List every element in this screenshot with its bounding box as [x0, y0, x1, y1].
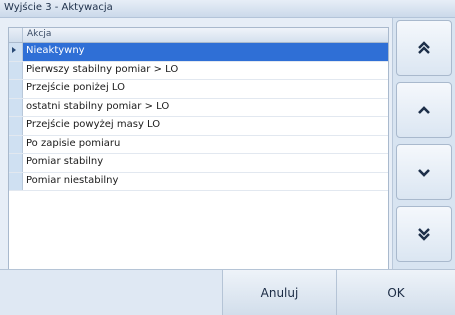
scroll-up-button[interactable] [396, 82, 452, 138]
list-item-label: Pierwszy stabilny pomiar > LO [26, 63, 179, 75]
list-item[interactable]: Po zapisie pomiaru [9, 135, 388, 154]
grid-rows: Nieaktywny Pierwszy stabilny pomiar > LO P… [9, 43, 388, 191]
row-header[interactable] [9, 61, 23, 79]
row-header[interactable] [9, 80, 23, 98]
scroll-to-bottom-button[interactable] [396, 206, 452, 262]
dialog-window: Wyjście 3 - Aktywacja Akcja Nieaktywny Pi… [0, 0, 455, 315]
list-item[interactable]: Pomiar niestabilny [9, 172, 388, 191]
list-item[interactable]: Pomiar stabilny [9, 154, 388, 173]
list-item[interactable]: Przejście poniżej LO [9, 80, 388, 99]
double-down-chevron-icon [418, 228, 430, 241]
current-row-arrow-icon [12, 47, 16, 53]
list-item-label: Nieaktywny [26, 45, 85, 56]
up-chevron-icon [418, 106, 430, 114]
grid-header: Akcja [9, 28, 388, 43]
ok-button[interactable]: OK [336, 270, 455, 315]
scroll-buttons-panel [393, 18, 455, 269]
scroll-down-button[interactable] [396, 144, 452, 200]
footer-bar: Anuluj OK [0, 269, 455, 315]
down-chevron-icon [418, 169, 430, 177]
list-item-label: ostatni stabilny pomiar > LO [26, 100, 170, 112]
row-header[interactable] [9, 172, 23, 190]
scroll-to-top-button[interactable] [396, 20, 452, 76]
double-up-chevron-icon [418, 41, 430, 54]
cancel-button[interactable]: Anuluj [222, 270, 336, 315]
list-item[interactable]: Nieaktywny [9, 43, 388, 62]
list-item[interactable]: Pierwszy stabilny pomiar > LO [9, 61, 388, 80]
list-item-label: Przejście powyżej masy LO [26, 119, 161, 130]
row-header[interactable] [9, 135, 23, 153]
list-item[interactable]: ostatni stabilny pomiar > LO [9, 98, 388, 117]
list-panel: Akcja Nieaktywny Pierwszy stabilny pomiar… [0, 18, 393, 284]
list-item-label: Pomiar niestabilny [26, 174, 119, 186]
action-grid: Akcja Nieaktywny Pierwszy stabilny pomiar… [8, 27, 389, 284]
title-bar: Wyjście 3 - Aktywacja [0, 0, 455, 18]
row-header[interactable] [9, 154, 23, 172]
window-title: Wyjście 3 - Aktywacja [4, 2, 113, 13]
list-item-label: Przejście poniżej LO [26, 82, 125, 93]
list-item-label: Pomiar stabilny [26, 156, 104, 167]
column-header-akcja[interactable]: Akcja [27, 29, 51, 39]
list-item-label: Po zapisie pomiaru [26, 137, 121, 149]
row-header[interactable] [9, 117, 23, 135]
grid-header-corner [9, 28, 23, 42]
row-header[interactable] [9, 98, 23, 116]
list-item[interactable]: Przejście powyżej masy LO [9, 117, 388, 136]
